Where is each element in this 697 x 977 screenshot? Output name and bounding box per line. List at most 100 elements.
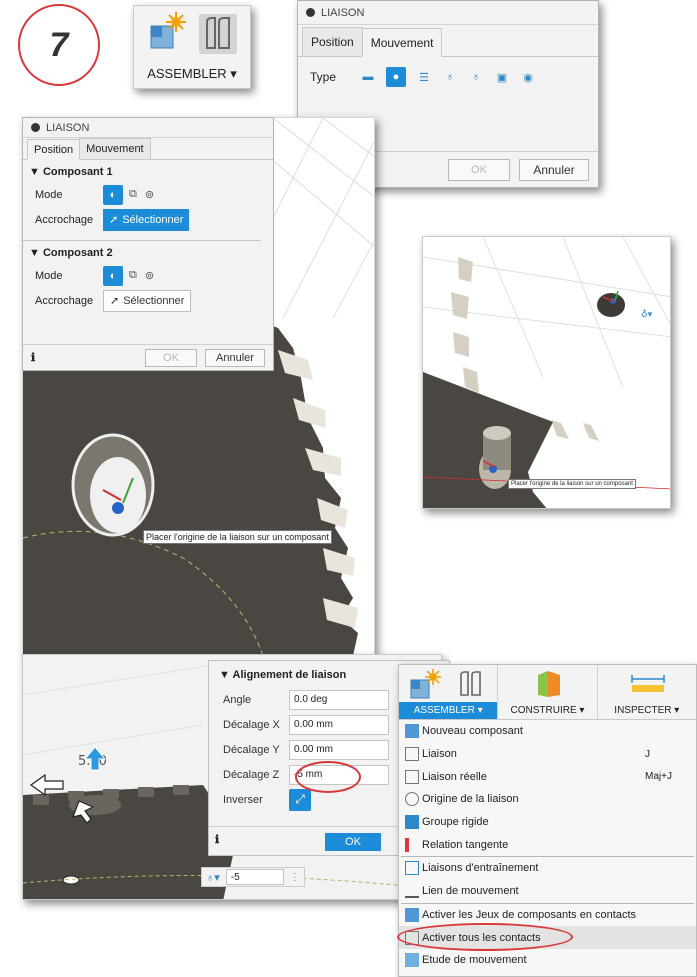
construct-plane-icon[interactable] xyxy=(534,669,564,699)
angle-input[interactable]: 0.0 deg xyxy=(289,689,389,710)
joint-icon[interactable] xyxy=(455,669,487,699)
planar-joint-icon[interactable]: ▣ xyxy=(494,69,510,85)
dialog-dot-icon xyxy=(31,123,40,132)
cancel-button[interactable]: Annuler xyxy=(205,349,265,367)
motion-link-icon xyxy=(405,884,419,899)
menu-item-motion-study[interactable]: Etude de mouvement xyxy=(399,949,696,972)
ball-joint-icon[interactable]: ◉ xyxy=(520,69,536,85)
tab-position[interactable]: Position xyxy=(302,27,363,56)
pin-slot-joint-icon[interactable]: ♁ xyxy=(468,69,484,85)
as-built-joint-icon xyxy=(405,769,419,784)
component1-header[interactable]: ▼ Composant 1 xyxy=(23,160,273,182)
tooltip-joint-origin-small: Placer l'origine de la liaison sur un co… xyxy=(508,479,636,489)
offset-z-label: Décalage Z xyxy=(223,768,280,781)
ok-button[interactable]: OK xyxy=(325,833,381,851)
revolute-joint-icon[interactable]: ● xyxy=(386,67,406,87)
cancel-button[interactable]: Annuler xyxy=(519,159,589,181)
viewport-right[interactable]: ♁▾ Placer l'origine de la liaison sur un… xyxy=(422,236,671,509)
flip-icon[interactable]: ⤢ xyxy=(289,788,311,811)
snap-label: Accrochage xyxy=(35,294,94,307)
dialog-dot-icon xyxy=(306,8,315,17)
offset-value-input[interactable]: -5 xyxy=(225,869,284,885)
two-edge-intersection-icon[interactable]: ⊚ xyxy=(145,188,154,201)
step-number: 7 xyxy=(49,25,69,64)
assembler-menu-tab[interactable]: ASSEMBLER ▾ xyxy=(399,702,498,719)
drive-joints-icon xyxy=(405,861,419,876)
ok-button[interactable]: OK xyxy=(448,159,510,181)
cursor-icon: ➚ xyxy=(109,214,119,226)
menu-item-rigid-group[interactable]: Groupe rigide xyxy=(399,811,696,834)
svg-text:♁▾: ♁▾ xyxy=(641,309,653,320)
tooltip-joint-origin: Placer l'origine de la liaison sur un co… xyxy=(143,530,332,544)
dialog-title: LIAISON xyxy=(46,121,90,134)
rigid-joint-icon[interactable]: ▬ xyxy=(360,69,376,85)
menu-item-as-built-joint[interactable]: Liaison réelle Maj+J xyxy=(399,765,696,788)
menu-item-enable-contact-sets[interactable]: Activer les Jeux de composants en contac… xyxy=(399,904,696,927)
component2-header[interactable]: ▼ Composant 2 xyxy=(23,241,273,263)
gear-closeup-graphic: ♁▾ xyxy=(423,237,670,508)
joint-origin-icon xyxy=(405,792,419,807)
construire-group: CONSTRUIRE ▾ xyxy=(498,665,598,719)
inspecter-menu-tab[interactable]: INSPECTER ▾ xyxy=(598,702,696,719)
slider-joint-icon[interactable]: ☰ xyxy=(416,69,432,85)
new-component-icon[interactable] xyxy=(409,668,443,700)
snap-label: Accrochage xyxy=(35,213,94,226)
ok-button[interactable]: OK xyxy=(145,349,197,367)
highlight-circle xyxy=(397,923,573,952)
between-two-faces-icon[interactable]: ⧉ xyxy=(129,188,137,201)
select-label: Sélectionner xyxy=(123,294,185,307)
menu-item-enable-all-contact[interactable]: Activer tous les contacts xyxy=(397,923,696,952)
two-edge-intersection-icon[interactable]: ⊚ xyxy=(145,269,154,282)
joint-tool-button[interactable] xyxy=(199,14,237,54)
assembler-group: ASSEMBLER ▾ xyxy=(399,665,499,719)
select-button-component1[interactable]: ➚ Sélectionner xyxy=(103,208,190,231)
tab-motion[interactable]: Mouvement xyxy=(79,138,151,159)
tangent-relationship-icon xyxy=(405,837,419,852)
cylindrical-joint-icon[interactable]: ♁ xyxy=(442,69,458,85)
new-component-icon xyxy=(405,724,419,739)
menu-item-new-component[interactable]: Nouveau composant xyxy=(399,720,696,743)
motion-study-icon xyxy=(405,953,419,968)
offset-y-input[interactable]: 0.00 mm xyxy=(289,739,389,760)
snap-mode-icon[interactable]: ◐ xyxy=(103,265,123,286)
mode-label: Mode xyxy=(35,269,63,282)
tab-position[interactable]: Position xyxy=(27,139,81,160)
menu-item-drive-joints[interactable]: Liaisons d'entraînement xyxy=(399,857,696,880)
type-label: Type xyxy=(310,70,337,84)
rigid-group-icon xyxy=(405,815,419,830)
joint-icon xyxy=(206,17,230,49)
offset-y-label: Décalage Y xyxy=(223,743,280,756)
inspecter-group: INSPECTER ▾ xyxy=(598,665,696,719)
offset-x-label: Décalage X xyxy=(223,718,280,731)
menu-item-joint-origin[interactable]: Origine de la liaison xyxy=(399,788,696,811)
highlight-circle xyxy=(295,761,361,793)
dialog-title: LIAISON xyxy=(321,6,365,19)
assembler-menu-label[interactable]: ASSEMBLER ▾ xyxy=(134,66,250,82)
angle-label: Angle xyxy=(223,693,252,706)
menu-item-joint[interactable]: Liaison J xyxy=(399,743,696,766)
info-icon[interactable]: ℹ xyxy=(215,833,219,846)
step-badge: 7 xyxy=(18,4,100,86)
construire-menu-tab[interactable]: CONSTRUIRE ▾ xyxy=(498,702,596,719)
joint-position-dialog: LIAISON Position Mouvement ▼ Composant 1… xyxy=(22,117,274,371)
offset-x-input[interactable]: 0.00 mm xyxy=(289,714,389,735)
new-component-icon[interactable] xyxy=(148,12,188,56)
menu-item-tangent-relationship[interactable]: Relation tangente xyxy=(399,833,696,856)
joint-type-icon[interactable]: ♁▾ xyxy=(206,871,220,884)
flip-label: Inverser xyxy=(223,793,263,806)
measure-icon[interactable] xyxy=(630,673,666,695)
assembler-dropdown: ASSEMBLER ▾ CONSTRUIRE ▾ INSPECTER ▾ Nou… xyxy=(397,664,697,977)
more-options-icon[interactable]: ⋮ xyxy=(290,872,300,883)
contact-sets-icon xyxy=(405,907,419,922)
mode-label: Mode xyxy=(35,188,63,201)
menu-item-motion-link[interactable]: Lien de mouvement xyxy=(399,880,696,903)
cursor-icon: ➚ xyxy=(110,295,120,307)
menu-toolbar: ASSEMBLER ▾ CONSTRUIRE ▾ INSPECTER ▾ xyxy=(399,665,696,720)
select-button-component2[interactable]: ➚ Sélectionner xyxy=(103,289,192,312)
joint-icon xyxy=(405,747,419,762)
between-two-faces-icon[interactable]: ⧉ xyxy=(129,269,137,282)
select-label: Sélectionner xyxy=(122,213,184,226)
tab-motion[interactable]: Mouvement xyxy=(361,28,443,57)
info-icon[interactable]: ℹ xyxy=(31,351,35,364)
snap-mode-icon[interactable]: ◐ xyxy=(103,184,123,205)
